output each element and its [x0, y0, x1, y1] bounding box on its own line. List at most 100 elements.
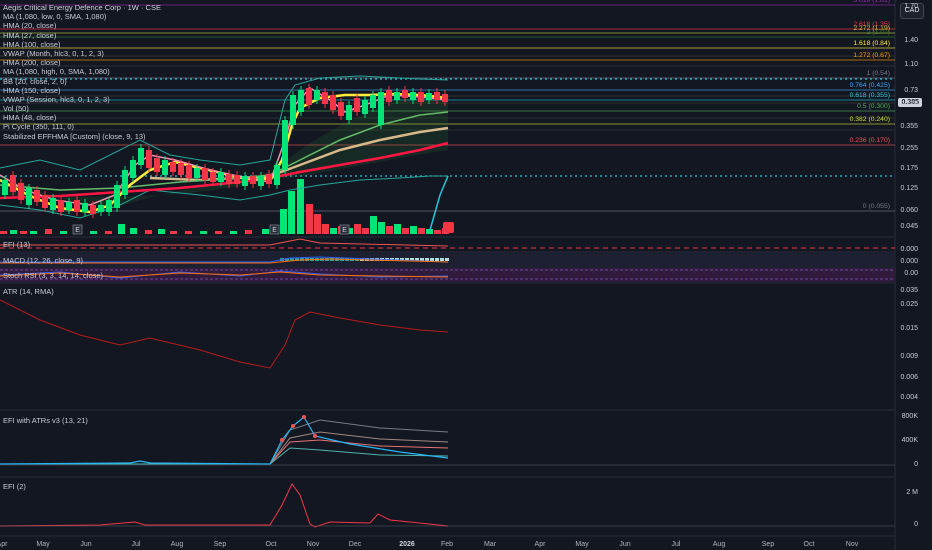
atr-axis-label: 0.009 — [900, 353, 918, 360]
candle-body — [218, 172, 224, 182]
candle-body — [154, 158, 160, 172]
candle-body — [258, 176, 264, 186]
time-axis-label: Feb — [440, 541, 454, 548]
volume-bar — [297, 179, 304, 234]
volume-bar — [394, 224, 401, 234]
pane-title-efi2[interactable]: EFI (2) — [3, 482, 26, 491]
atr-axis-label: 0.015 — [900, 325, 918, 332]
macd-hist — [430, 258, 434, 261]
fib-label: 2 (1.07) — [866, 29, 890, 36]
candle-body — [90, 205, 96, 214]
legend-item[interactable]: HMA (20, close) — [3, 21, 161, 30]
legend-item[interactable]: HMA (27, close) — [3, 31, 161, 40]
price-axis-label: 0.175 — [900, 165, 918, 172]
pane-title-efiatr[interactable]: EFI with ATRs v3 (13, 21) — [3, 416, 88, 425]
fib-label: 1.272 (0.67) — [853, 52, 890, 59]
candle-body — [194, 168, 200, 178]
candle-body — [402, 90, 408, 98]
volume-bar — [145, 230, 152, 234]
earnings-marker-label: E — [272, 227, 277, 234]
macd-hist — [435, 258, 439, 261]
efiatr-dot — [291, 424, 295, 428]
candle-body — [362, 100, 368, 114]
legend-item[interactable]: HMA (48, close) — [3, 113, 161, 122]
pane-title-stoch[interactable]: Stoch RSI (3, 3, 14, 14, close) — [3, 271, 103, 280]
candle-body — [354, 98, 360, 112]
price-axis-label: 1.10 — [904, 61, 918, 68]
macd-hist — [440, 258, 444, 261]
candle-body — [410, 92, 416, 100]
pane-title-efi13[interactable]: EFI (13) — [3, 240, 30, 249]
legend-item[interactable]: HMA (100, close) — [3, 40, 161, 49]
legend-item[interactable]: VWAP (Month, hlc3, 0, 1, 2, 3) — [3, 49, 161, 58]
candle-body — [26, 188, 32, 205]
volume-bar — [322, 224, 329, 234]
efiatr-axis-label: 0 — [914, 461, 918, 468]
time-axis-label: Jun — [80, 541, 92, 548]
time-axis-label: Nov — [306, 541, 320, 548]
candle-body — [178, 163, 184, 175]
legend-item[interactable]: HMA (150, close) — [3, 86, 161, 95]
candle-body — [66, 202, 72, 210]
atr-axis-label: 0.004 — [900, 394, 918, 401]
candle-body — [170, 162, 176, 172]
volume-bar — [262, 229, 269, 234]
price-axis-label: 0.355 — [900, 123, 918, 130]
volume-bar — [158, 229, 165, 234]
fib-label: 0.382 (0.240) — [849, 116, 890, 123]
price-axis-label: 0.73 — [904, 87, 918, 94]
fib-label: 1.618 (0.84) — [853, 40, 890, 47]
efiatr-dot — [302, 415, 306, 419]
legend-item[interactable]: VWAP (Session, hlc3, 0, 1, 2, 3) — [3, 95, 161, 104]
legend-item[interactable]: Vol (50) — [3, 104, 161, 113]
legend-item[interactable]: Stabilized EFFHMA [Custom] (close, 9, 13… — [3, 132, 161, 141]
time-axis-label: Jul — [671, 541, 681, 548]
candle-body — [386, 90, 392, 102]
legend-item[interactable]: BB (20, close, 2, 0) — [3, 77, 161, 86]
time-axis-label: Oct — [265, 541, 277, 548]
time-axis-label: May — [36, 541, 50, 548]
time-axis-label: Nov — [845, 541, 859, 548]
candle-body — [2, 180, 8, 195]
candle-body — [378, 92, 384, 125]
macd-axis-label: 0.000 — [900, 258, 918, 265]
chart-title[interactable]: Aegis Critical Energy Defence Corp · 1W … — [3, 3, 161, 12]
stoch-axis-label: 0.00 — [904, 270, 918, 277]
legend-item[interactable]: MA (1,080, high, 0, SMA, 1,080) — [3, 67, 161, 76]
volume-bar — [362, 228, 369, 234]
efi13-line — [0, 238, 449, 247]
legend-item[interactable]: HMA (200, close) — [3, 58, 161, 67]
legend-item[interactable]: MA (1,080, low, 0, SMA, 1,080) — [3, 12, 161, 21]
volume-bar — [0, 231, 7, 234]
time-axis-label: Dec — [348, 541, 362, 548]
volume-bar — [90, 231, 97, 234]
candle-body — [426, 93, 432, 100]
volume-bar — [118, 224, 125, 234]
volume-bar — [410, 226, 417, 234]
efiatr-dot — [313, 434, 317, 438]
time-axis-label: Aug — [170, 541, 184, 548]
candle-body — [34, 190, 40, 202]
candle-body — [242, 176, 248, 186]
volume-bar — [215, 231, 222, 234]
candle-body — [234, 175, 240, 184]
macd-hist — [425, 258, 429, 261]
pane-title-atr[interactable]: ATR (14, RMA) — [3, 287, 54, 296]
candle-body — [394, 92, 400, 100]
volume-bar — [354, 224, 361, 234]
efi2-axis-label: 2 M — [906, 489, 918, 496]
candle-body — [58, 200, 64, 212]
price-axis-label: 1.70 — [904, 3, 918, 10]
candle-body — [162, 160, 168, 175]
macd-hist — [445, 258, 449, 261]
candle-body — [210, 172, 216, 182]
time-axis-label: Apr — [534, 541, 546, 548]
candle-body — [74, 200, 80, 212]
legend-item[interactable]: Pi Cycle (350, 111, 0) — [3, 122, 161, 131]
fib-label: 3.618 (1.81) — [853, 0, 890, 4]
candle-body — [18, 183, 24, 200]
fib-label: 1 (0.54) — [866, 70, 890, 77]
efi2-line — [0, 483, 449, 528]
candle-body — [82, 203, 88, 212]
pane-title-macd[interactable]: MACD (12, 26, close, 9) — [3, 256, 83, 265]
